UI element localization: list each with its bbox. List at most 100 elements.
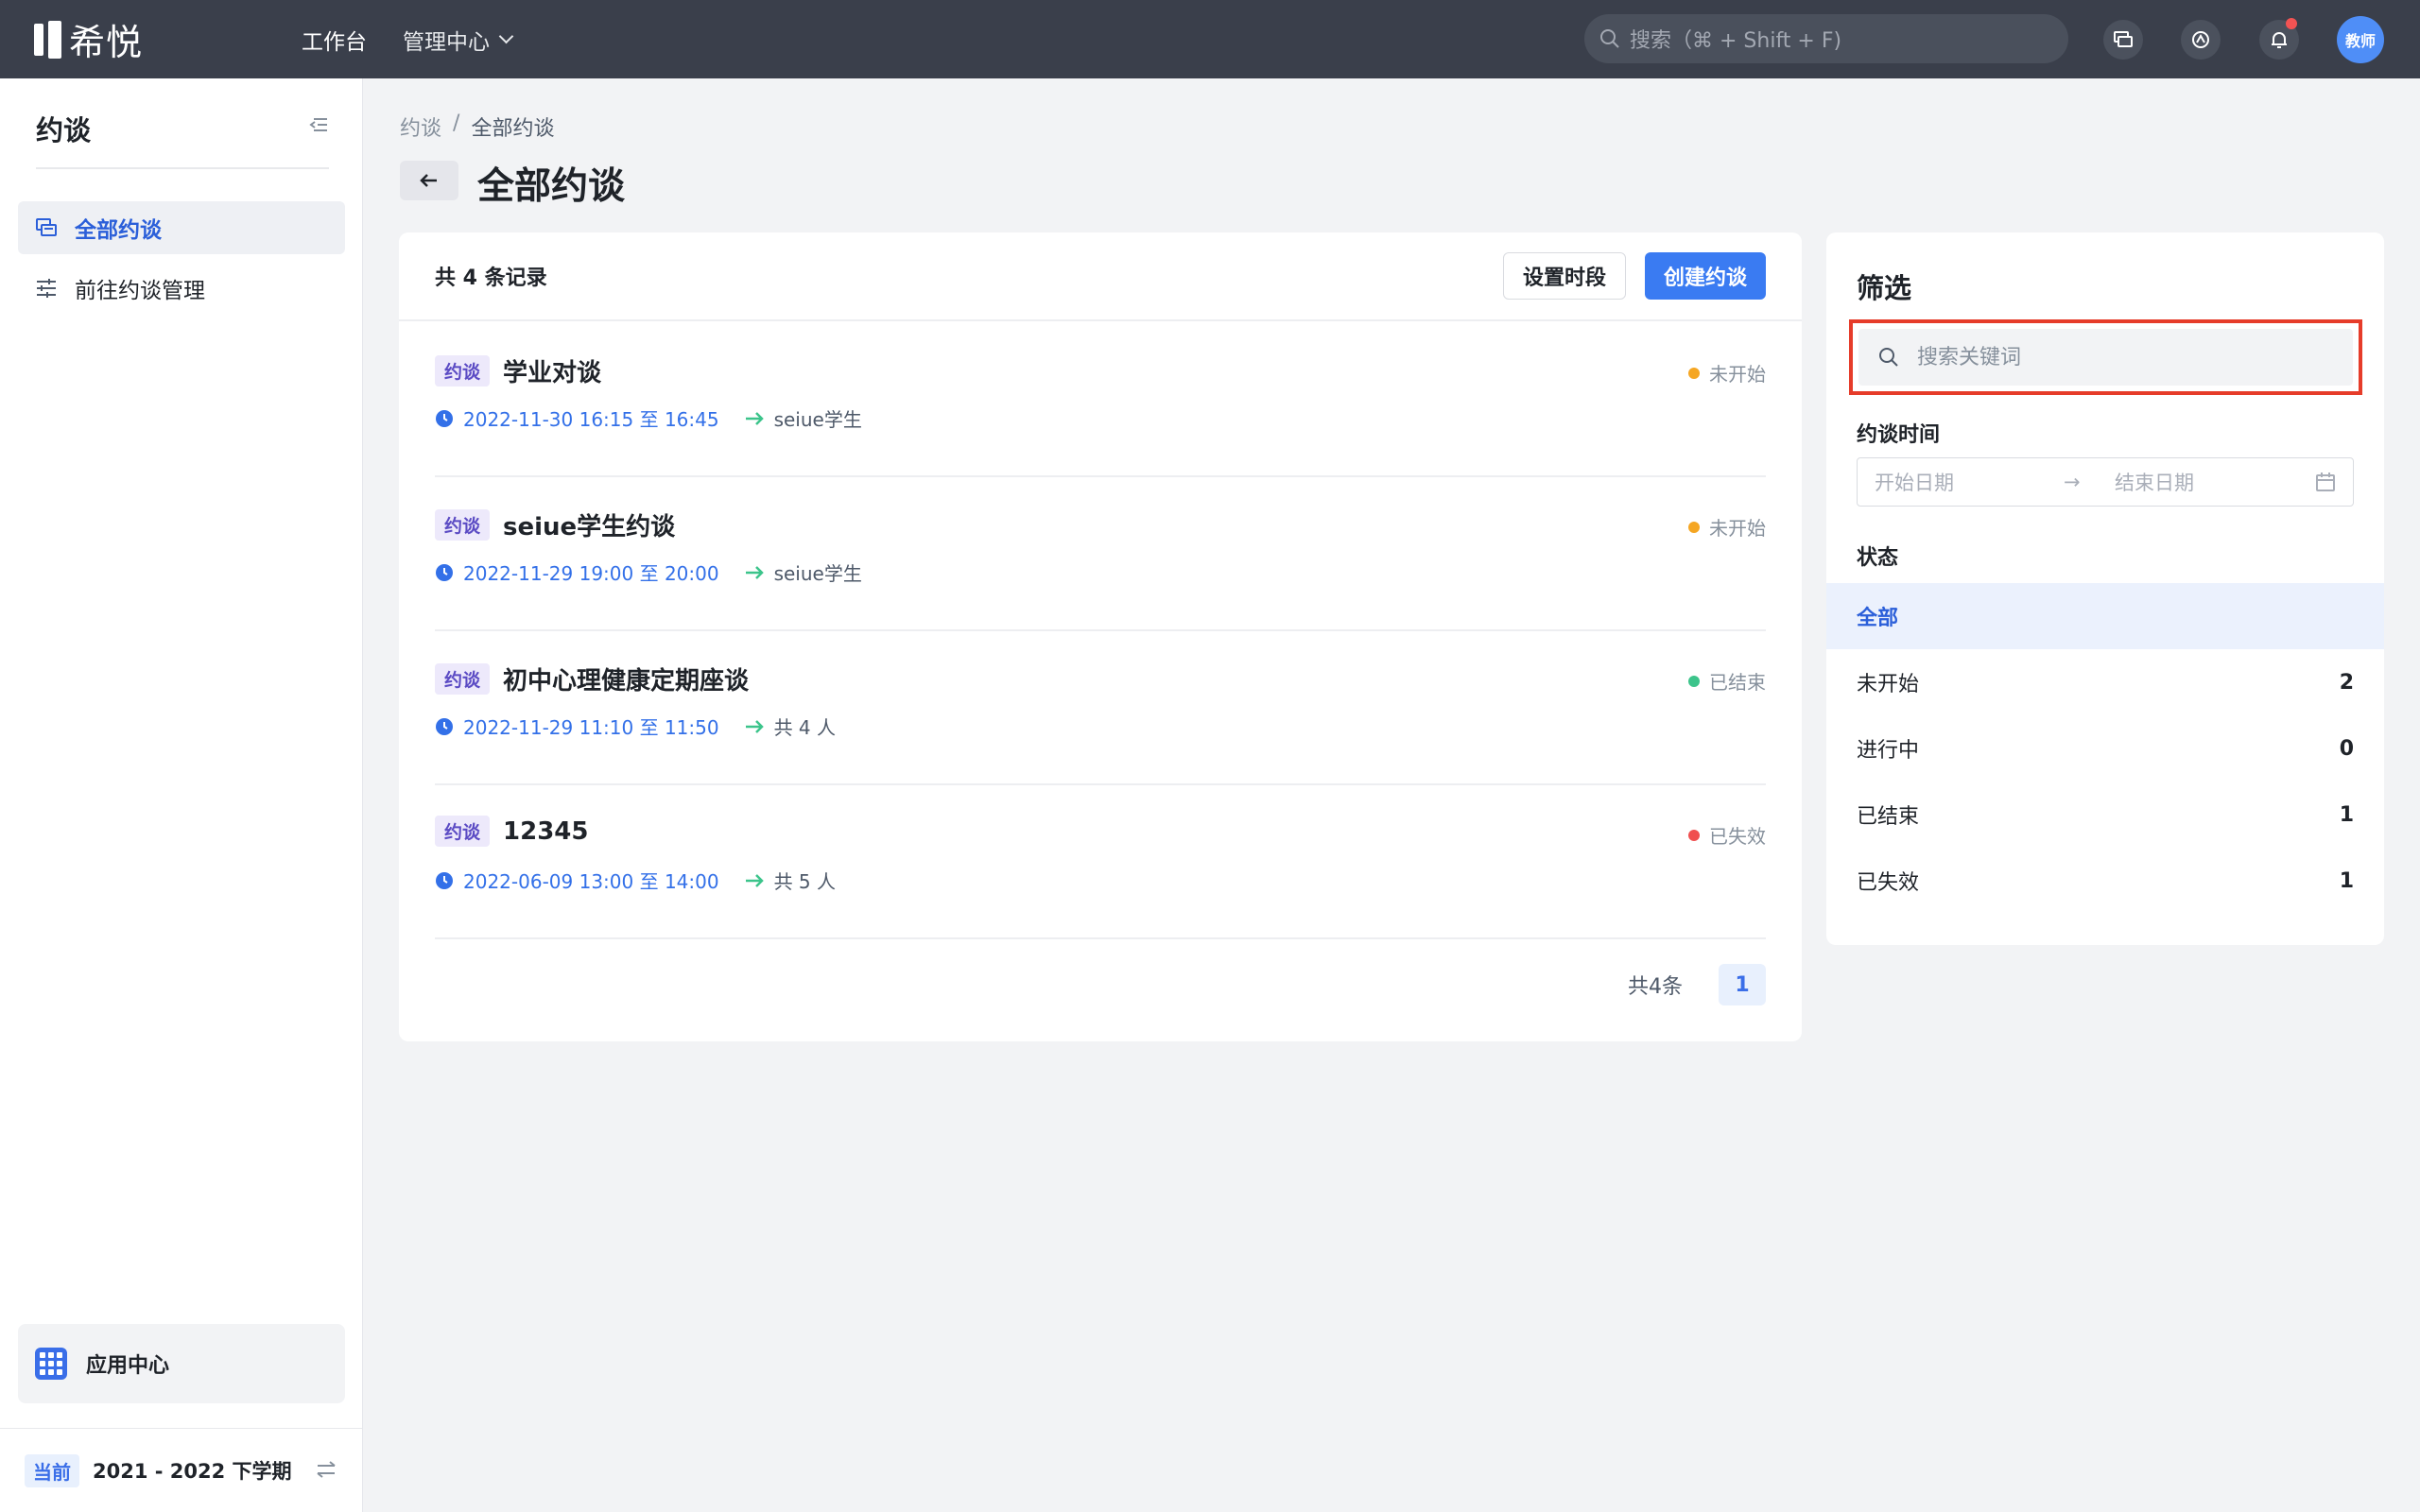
status-badge: 未开始 [1688,359,1766,387]
status-option-label: 未开始 [1857,673,1920,696]
swap-icon[interactable] [315,1459,337,1480]
nav-workbench[interactable]: 工作台 [302,24,367,56]
arrow-right-icon [745,873,764,887]
interview-tag: 约谈 [435,355,491,387]
arrow-left-icon [420,174,437,187]
status-option-not-started[interactable]: 未开始 2 [1826,649,2384,715]
back-button[interactable] [400,161,458,200]
interview-title[interactable]: seiue学生约谈 [503,507,675,542]
sidebar-item-manage-interviews[interactable]: 前往约谈管理 [18,262,345,315]
record-count: 共 4 条记录 [435,266,547,290]
pagination: 共4条 1 [1628,964,1766,1005]
highlight-box [1849,319,2362,395]
status-option-expired[interactable]: 已失效 1 [1826,848,2384,914]
notification-dot [2286,18,2297,29]
breadcrumb-current: 全部约谈 [471,117,555,141]
clock-icon [436,871,453,889]
list-item[interactable]: 约谈 学业对谈 2022-11-30 16:15 至 16:45 seiue学生… [435,323,1766,477]
interview-target: seiue学生 [773,562,862,585]
status-dot [1688,367,1700,379]
arrow-right-icon [745,565,764,579]
interview-target: seiue学生 [773,408,862,431]
list-header: 共 4 条记录 设置时段 创建约谈 [399,232,1802,321]
interview-title[interactable]: 学业对谈 [503,353,601,388]
status-label: 未开始 [1709,363,1766,386]
pagination-total: 共4条 [1628,975,1683,999]
set-time-slot-button[interactable]: 设置时段 [1502,252,1626,300]
interview-tag: 约谈 [435,663,491,695]
nav-admin-center[interactable]: 管理中心 [403,24,514,56]
status-option-ended[interactable]: 已结束 1 [1826,782,2384,848]
status-dot [1688,521,1700,533]
interview-time: 2022-11-30 16:15 至 16:45 [463,408,719,431]
status-label: 未开始 [1709,517,1766,540]
interview-tag: 约谈 [435,816,491,847]
clock-icon [436,717,453,735]
status-option-count: 1 [2339,868,2354,893]
status-option-label: 全部 [1857,607,1899,630]
status-option-label: 进行中 [1857,739,1920,763]
sidebar-header: 约谈 [36,109,329,169]
status-badge: 未开始 [1688,513,1766,541]
grid-apps-icon [35,1348,67,1380]
interview-list-card: 共 4 条记录 设置时段 创建约谈 约谈 学业对谈 2022-11-30 16:… [399,232,1802,1041]
page-button-1[interactable]: 1 [1719,964,1766,1005]
status-label: 已失效 [1709,825,1766,848]
date-range-picker[interactable]: 开始日期 → 结束日期 [1857,457,2354,507]
status-badge: 已结束 [1688,667,1766,695]
chat-list-icon [36,218,57,236]
start-date-input[interactable]: 开始日期 [1875,468,2064,496]
switch-app-icon[interactable] [2181,20,2221,60]
status-option-in-progress[interactable]: 进行中 0 [1826,715,2384,782]
sliders-icon [37,279,56,298]
arrow-right-icon [745,411,764,425]
status-option-all[interactable]: 全部 [1826,583,2384,649]
global-search-input[interactable]: 搜索（⌘ + Shift + F) [1584,14,2068,63]
filter-panel: 筛选 约谈时间 开始日期 → 结束日期 状态 全部 未开始 2 进行中 0 [1826,232,2384,945]
nav-admin-center-label: 管理中心 [403,29,491,55]
interview-time: 2022-06-09 13:00 至 14:00 [463,870,719,893]
breadcrumb-root[interactable]: 约谈 [400,112,441,142]
filter-title: 筛选 [1857,272,1912,304]
keyword-search-field[interactable] [1858,329,2353,386]
avatar-role: 教师 [2344,32,2376,50]
messages-icon[interactable] [2103,20,2143,60]
interview-time: 2022-11-29 11:10 至 11:50 [463,716,719,739]
interview-title[interactable]: 初中心理健康定期座谈 [503,662,749,696]
term-switcher: 当前 2021 - 2022 下学期 [0,1428,362,1512]
sidebar-item-label: 全部约谈 [75,218,162,243]
list-item[interactable]: 约谈 seiue学生约谈 2022-11-29 19:00 至 20:00 se… [435,477,1766,631]
chevron-down-icon [498,28,514,44]
list-item[interactable]: 约谈 初中心理健康定期座谈 2022-11-29 11:10 至 11:50 共… [435,631,1766,785]
top-nav: 工作台 管理中心 [302,24,514,56]
top-bar: 希悦 工作台 管理中心 搜索（⌘ + Shift + F) 教师 [0,0,2420,78]
clock-icon [436,409,453,427]
keyword-search-input[interactable] [1917,345,2333,369]
interview-title[interactable]: 12345 [503,817,588,846]
search-icon [1879,348,1898,367]
global-search-placeholder: 搜索（⌘ + Shift + F) [1630,29,1842,53]
status-option-label: 已结束 [1857,805,1920,829]
create-interview-button[interactable]: 创建约谈 [1644,252,1766,300]
avatar[interactable]: 教师 [2337,16,2384,63]
status-option-count: 0 [2339,736,2354,761]
end-date-input[interactable]: 结束日期 [2115,468,2315,496]
nav-workbench-label: 工作台 [302,29,368,55]
sidebar-item-label: 前往约谈管理 [75,279,205,303]
sidebar-title: 约谈 [36,114,92,146]
clock-icon [436,563,453,581]
interview-time-label: 约谈时间 [1857,423,1941,447]
app-logo[interactable]: 希悦 [34,13,143,65]
app-center-label: 应用中心 [86,1354,170,1378]
app-center-button[interactable]: 应用中心 [18,1324,345,1403]
status-label-heading: 状态 [1857,546,1899,570]
interview-tag: 约谈 [435,509,491,541]
status-option-label: 已失效 [1857,871,1920,895]
list-item[interactable]: 约谈 12345 2022-06-09 13:00 至 14:00 共 5 人 … [435,785,1766,939]
bell-icon[interactable] [2259,18,2299,60]
calendar-icon [2316,472,2335,491]
interview-time: 2022-11-29 19:00 至 20:00 [463,562,719,585]
collapse-sidebar-icon[interactable] [308,114,329,135]
status-label: 已结束 [1709,671,1766,694]
sidebar-item-all-interviews[interactable]: 全部约谈 [18,201,345,254]
